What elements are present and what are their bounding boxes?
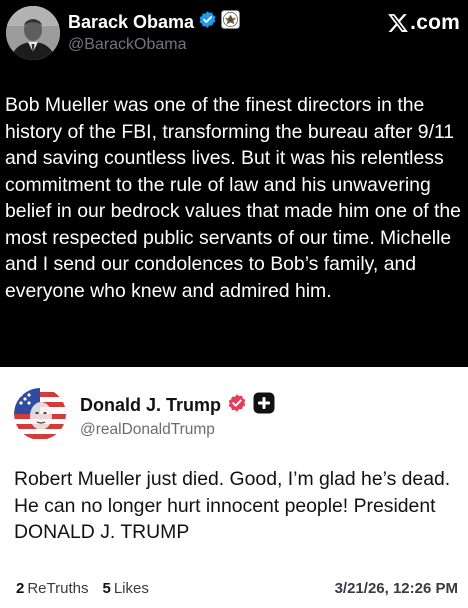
retruths-count: 2 bbox=[16, 579, 25, 597]
author-row: Barack Obama bbox=[68, 10, 240, 34]
author-row: Donald J. Trump bbox=[80, 392, 275, 419]
brand-logo: .com bbox=[387, 10, 460, 36]
verified-badge-icon bbox=[227, 393, 247, 418]
author-handle[interactable]: @realDonaldTrump bbox=[80, 421, 215, 439]
retruths-label: ReTruths bbox=[27, 579, 89, 597]
truth-post-card: Donald J. Trump @realDonaldTrump Robert … bbox=[0, 367, 468, 608]
avatar[interactable] bbox=[14, 388, 66, 440]
likes-count: 5 bbox=[102, 579, 111, 597]
x-logo-icon bbox=[388, 14, 409, 32]
x-post-card: Barack Obama @BarackObama .com Bob Muell… bbox=[0, 0, 468, 367]
author-handle[interactable]: @BarackObama bbox=[68, 36, 187, 54]
post-footer: 2 ReTruths 5 Likes 3/21/26, 12:26 PM bbox=[16, 578, 458, 598]
avatar[interactable] bbox=[6, 6, 60, 60]
brand-domain: .com bbox=[410, 11, 460, 34]
author-name[interactable]: Donald J. Trump bbox=[80, 395, 221, 416]
likes-label: Likes bbox=[113, 579, 149, 597]
retruths-stat[interactable]: 2 ReTruths bbox=[16, 580, 88, 597]
post-text: Robert Mueller just died. Good, I’m glad… bbox=[14, 468, 451, 543]
verified-badge-icon bbox=[198, 10, 217, 34]
presidential-seal-icon bbox=[221, 10, 240, 34]
likes-stat[interactable]: 5 Likes bbox=[102, 580, 148, 597]
add-plus-icon[interactable] bbox=[253, 392, 275, 419]
post-timestamp[interactable]: 3/21/26, 12:26 PM bbox=[335, 580, 458, 597]
post-text: Bob Mueller was one of the finest direct… bbox=[5, 94, 461, 302]
author-name[interactable]: Barack Obama bbox=[68, 12, 194, 33]
